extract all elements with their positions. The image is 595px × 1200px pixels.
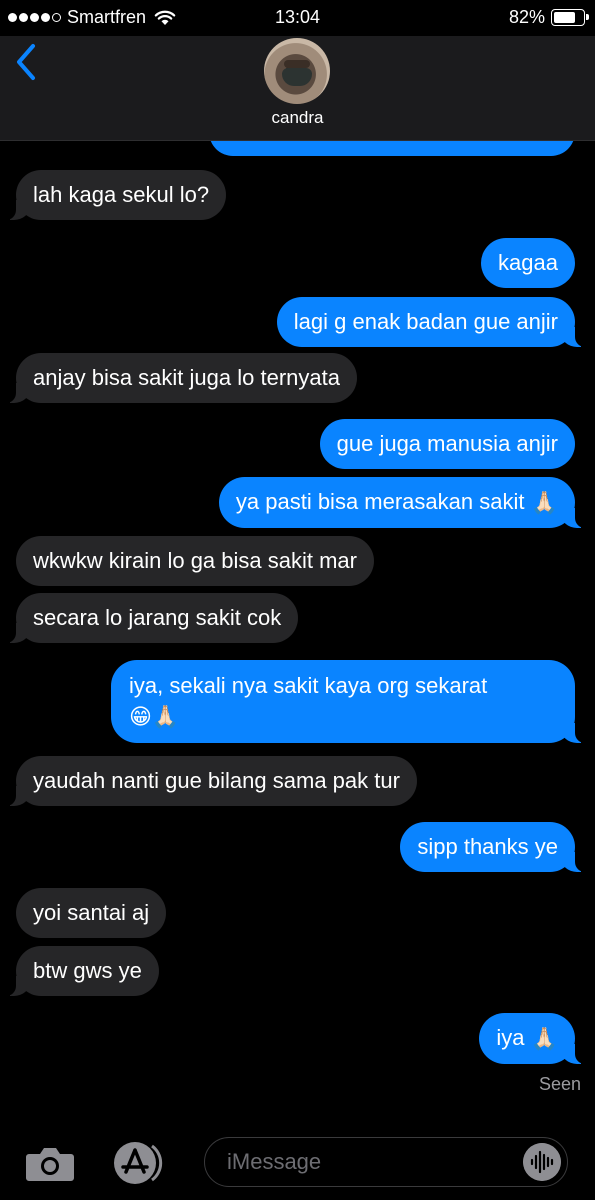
message-text: anjay bisa sakit juga lo ternyata (33, 365, 340, 390)
message-text: iya, sekali nya sakit kaya org sekarat (129, 673, 488, 698)
message-incoming[interactable]: btw gws ye (6, 946, 159, 996)
contact-avatar[interactable] (264, 38, 330, 104)
message-input-bar: iMessage (0, 1118, 595, 1200)
message-text: wkwkw kirain lo ga bisa sakit mar (33, 548, 357, 573)
message-outgoing[interactable]: sipp thanks ye (400, 822, 585, 872)
battery-icon (551, 9, 589, 26)
message-text: lah kaga sekul lo? (33, 182, 210, 207)
input-placeholder: iMessage (227, 1149, 322, 1174)
message-incoming[interactable]: yoi santai aj (16, 888, 167, 938)
message-text: iya (496, 1025, 525, 1050)
message-text: sipp thanks ye (417, 834, 558, 859)
battery-fill (554, 12, 575, 23)
message-incoming[interactable]: secara lo jarang sakit cok (5, 593, 299, 643)
battery-percent: 82% (508, 7, 545, 27)
message-text: gue juga manusia anjir (336, 431, 558, 456)
chevron-left-icon[interactable] (12, 42, 42, 82)
message-outgoing[interactable]: kagaa (481, 238, 575, 288)
camera-icon[interactable] (25, 1144, 75, 1182)
message-text: ya pasti bisa merasakan sakit (235, 489, 525, 514)
message-incoming[interactable]: yaudah nanti gue bilang sama pak tur (6, 756, 417, 806)
imessage-input[interactable]: iMessage (204, 1137, 568, 1187)
message-outgoing[interactable]: iya, sekali nya sakit kaya org sekarat 😁🙏… (111, 660, 585, 744)
contact-name[interactable]: candra (0, 108, 595, 128)
message-outgoing[interactable]: gue juga manusia anjir (319, 419, 575, 469)
status-right: 82% (508, 7, 589, 28)
clock-time: 13:04 (274, 7, 321, 27)
audio-waveform-icon[interactable] (523, 1143, 561, 1181)
message-incoming[interactable]: lah kaga sekul lo? (5, 170, 227, 220)
conversation-header: candra (0, 36, 595, 141)
message-text: kagaa (498, 250, 558, 275)
folded-hands-emoji: 🙏🏻 (530, 1026, 558, 1052)
app-store-icon[interactable] (112, 1140, 170, 1186)
message-outgoing[interactable]: lagi g enak badan gue anjir (276, 297, 586, 347)
message-outgoing[interactable]: iya 🙏🏻 (479, 1013, 585, 1065)
message-text: yaudah nanti gue bilang sama pak tur (33, 768, 400, 793)
message-incoming[interactable]: anjay bisa sakit juga lo ternyata (6, 353, 357, 403)
message-text: btw gws ye (33, 958, 142, 983)
message-text: lagi g enak badan gue anjir (293, 309, 558, 334)
message-text: yoi santai aj (33, 900, 150, 925)
read-receipt: Seen (538, 1074, 581, 1094)
status-bar: Smartfren 13:04 82% (0, 0, 595, 36)
message-text: secara lo jarang sakit cok (33, 605, 282, 630)
folded-hands-emoji: 🙏🏻 (530, 490, 558, 516)
message-outgoing[interactable]: ya pasti bisa merasakan sakit 🙏🏻 (218, 477, 586, 529)
message-incoming[interactable]: wkwkw kirain lo ga bisa sakit mar (16, 536, 374, 586)
grin-folded-hands-emoji: 😁🙏🏻 (129, 704, 180, 730)
